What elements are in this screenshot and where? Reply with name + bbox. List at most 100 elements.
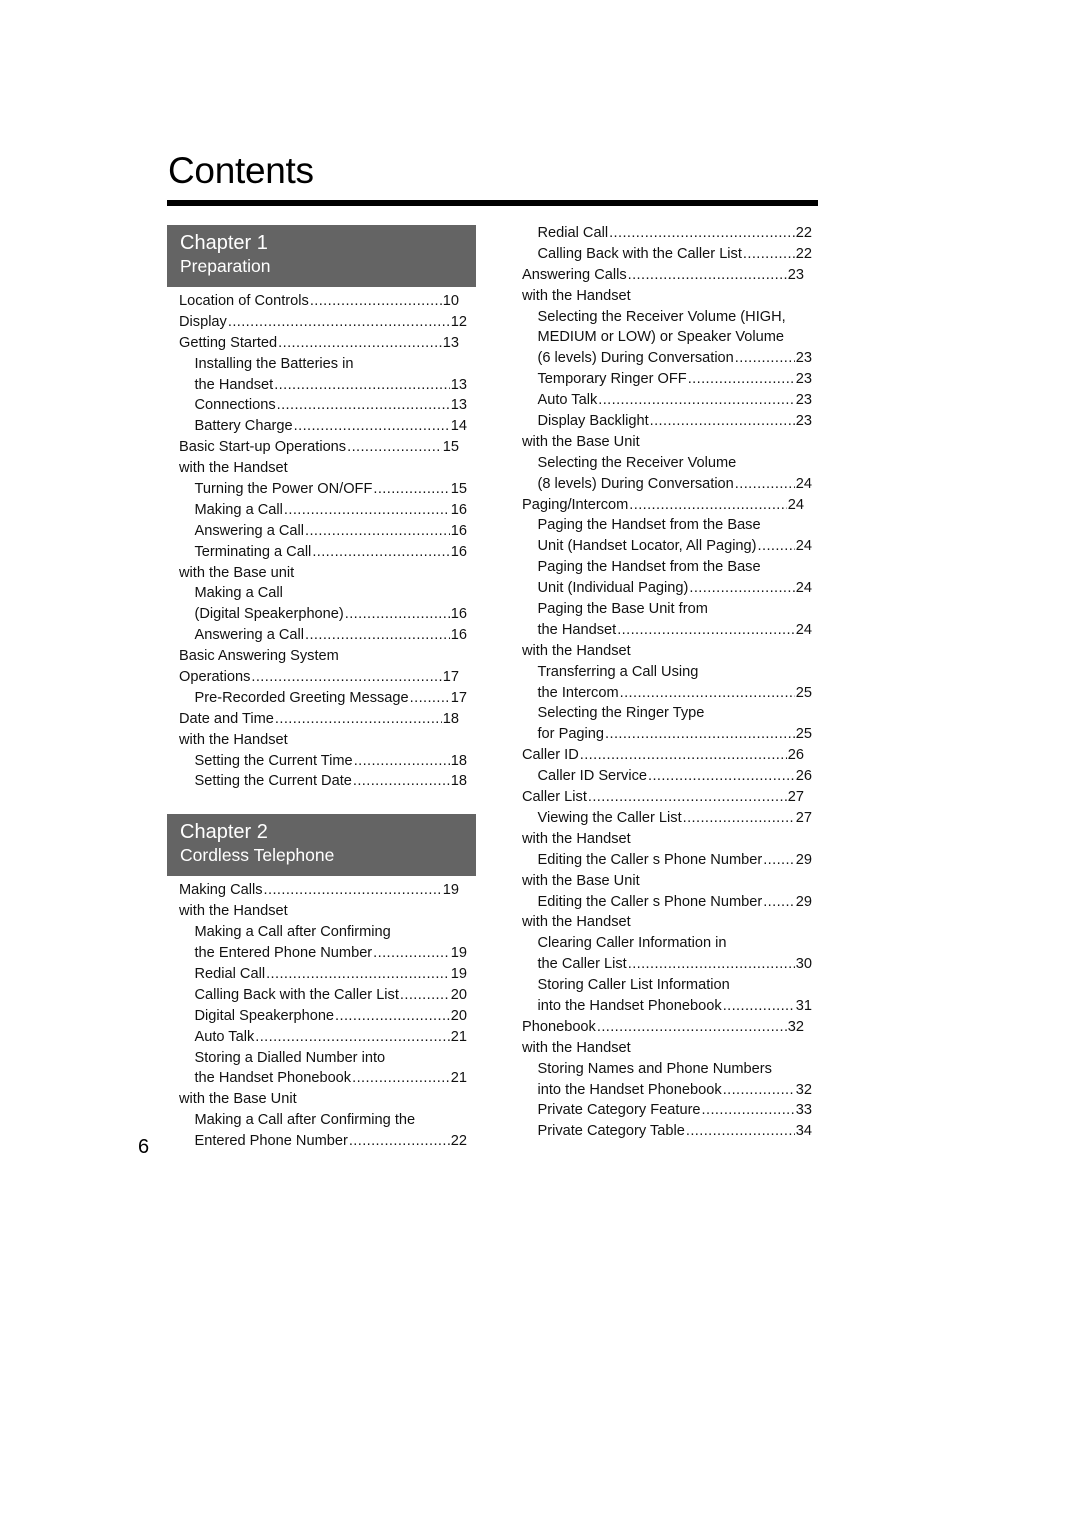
toc-page-number: 32 — [795, 1081, 812, 1098]
toc-entry-link[interactable]: Redial Call 19 — [179, 964, 468, 985]
toc-entry-text: Making a Call — [194, 585, 283, 602]
toc-entry-link[interactable]: Location of Controls 10 — [179, 291, 467, 312]
toc-entry-link[interactable]: Pre-Recorded Greeting Message 17 — [179, 688, 468, 709]
toc-entry-link[interactable]: Terminating a Call 16 — [179, 542, 468, 563]
toc-entry-text: with the Handset — [522, 642, 631, 659]
toc-entry-link[interactable]: Basic Start-up Operations 15 — [179, 437, 467, 458]
toc-entry-link[interactable]: Caller List 27 — [522, 787, 812, 808]
toc-entry-link[interactable]: Viewing the Caller List 27 — [522, 808, 813, 829]
toc-entry-link[interactable]: Display Backlight 23 — [522, 411, 813, 432]
toc-page-number: 24 — [795, 475, 812, 492]
toc-entry-link[interactable]: the Intercom 25 — [522, 683, 813, 704]
toc-entry-text: the Handset — [194, 376, 274, 393]
toc-entry-link[interactable]: (6 levels) During Conversation 23 — [522, 348, 813, 369]
toc-entry-link[interactable]: Display 12 — [179, 312, 467, 333]
toc-page-number: 14 — [450, 418, 467, 435]
toc-entry-link[interactable]: Date and Time 18 — [179, 709, 467, 730]
toc-entry-link[interactable]: Caller ID 26 — [522, 745, 812, 766]
toc-entry-link[interactable]: the Handset 24 — [522, 620, 813, 641]
toc-entry-link[interactable]: Making a Call 16 — [179, 500, 468, 521]
toc-entry-link[interactable]: Auto Talk 23 — [522, 390, 813, 411]
toc-page-number: 31 — [795, 997, 812, 1014]
toc-entry-link[interactable]: Operations 17 — [179, 667, 467, 688]
toc-entry-link[interactable]: Calling Back with the Caller List 20 — [179, 985, 468, 1006]
dot-leader — [735, 474, 795, 495]
dot-leader — [251, 667, 441, 688]
toc-entry-link[interactable]: Unit (Handset Locator, All Paging) 24 — [522, 536, 813, 557]
toc-page-number: 24 — [795, 580, 812, 597]
toc-entry-link[interactable]: Answering Calls 23 — [522, 265, 812, 286]
toc-page-number: 17 — [450, 689, 467, 706]
toc-entry-link[interactable]: Temporary Ringer OFF 23 — [522, 369, 813, 390]
toc-entry-link[interactable]: Connections 13 — [179, 395, 468, 416]
dot-leader — [609, 223, 795, 244]
toc-column-left: Chapter 1 Preparation Location of Contro… — [167, 225, 477, 1152]
dot-leader — [352, 1068, 450, 1089]
toc-entry-link[interactable]: (8 levels) During Conversation 24 — [522, 474, 813, 495]
toc-entry-link[interactable]: (Digital Speakerphone) 16 — [179, 604, 468, 625]
toc-entry-link[interactable]: Unit (Individual Paging) 24 — [522, 578, 813, 599]
dot-leader — [274, 375, 450, 396]
toc-entry-link[interactable]: Editing the Caller s Phone Number 29 — [522, 850, 813, 871]
toc-entry-link[interactable]: Calling Back with the Caller List 22 — [522, 244, 813, 265]
toc-entry-heading: Making a Call — [179, 583, 467, 604]
dot-leader — [373, 479, 449, 500]
toc-entry-link[interactable]: Setting the Current Time 18 — [179, 751, 468, 772]
toc-entry-text: Redial Call — [537, 225, 609, 241]
toc-entry-text: with the Handset — [522, 1039, 631, 1056]
dot-leader — [628, 265, 787, 286]
toc-entry-heading: with the Handset — [522, 1038, 812, 1059]
toc-entry-link[interactable]: Turning the Power ON/OFF 15 — [179, 479, 468, 500]
dot-leader — [294, 416, 450, 437]
toc-entry-link[interactable]: Private Category Table 34 — [522, 1121, 813, 1142]
toc-entry-link[interactable]: Battery Charge 14 — [179, 416, 468, 437]
toc-page-number: 27 — [787, 789, 804, 806]
toc-page-number: 26 — [795, 768, 812, 785]
dot-leader — [688, 369, 795, 390]
toc-entry-link[interactable]: Making Calls 19 — [179, 880, 467, 901]
toc-entry-text: Location of Controls — [179, 293, 309, 309]
toc-entry-link[interactable]: Answering a Call 16 — [179, 521, 468, 542]
dot-leader — [228, 312, 450, 333]
chapter-1-name: Preparation — [180, 256, 271, 276]
chapter-1-number: Chapter 1 — [180, 232, 268, 254]
page-number: 6 — [138, 1136, 150, 1158]
toc-page-number: 16 — [450, 606, 467, 623]
toc-entry-link[interactable]: Digital Speakerphone 20 — [179, 1006, 468, 1027]
toc-page-number: 15 — [442, 439, 459, 456]
toc-entry-link[interactable]: Getting Started 13 — [179, 333, 467, 354]
dot-leader — [277, 395, 450, 416]
toc-entry-link[interactable]: Editing the Caller s Phone Number 29 — [522, 892, 813, 913]
dot-leader — [400, 985, 450, 1006]
toc-page-number: 18 — [442, 710, 459, 727]
toc-entry-heading: Making a Call after Confirming the — [179, 1110, 467, 1131]
toc-entry-link[interactable]: into the Handset Phonebook 32 — [522, 1080, 813, 1101]
toc-entry-link[interactable]: the Handset 13 — [179, 375, 468, 396]
toc-entry-text: Getting Started — [179, 334, 278, 351]
dot-leader — [689, 578, 794, 599]
chapter-2-entries: Making Calls 19 with the Handset Making a C… — [167, 876, 467, 1152]
toc-entry-link[interactable]: into the Handset Phonebook 31 — [522, 996, 813, 1017]
dot-leader — [354, 751, 450, 772]
toc-entry-link[interactable]: Private Category Feature 33 — [522, 1100, 813, 1121]
toc-entry-text: Pre-Recorded Greeting Message — [194, 689, 409, 706]
toc-entry-link[interactable]: the Entered Phone Number 19 — [179, 943, 468, 964]
toc-entry-link[interactable]: Phonebook 32 — [522, 1017, 812, 1038]
toc-entry-text: Auto Talk — [537, 392, 598, 409]
toc-entry-link[interactable]: the Handset Phonebook 21 — [179, 1068, 468, 1089]
toc-entry-text: Unit (Individual Paging) — [537, 580, 689, 597]
toc-entry-link[interactable]: Auto Talk 21 — [179, 1027, 468, 1048]
toc-entry-link[interactable]: the Caller List 30 — [522, 954, 813, 975]
toc-entry-link[interactable]: for Paging 25 — [522, 724, 813, 745]
toc-entry-link[interactable]: Caller ID Service 26 — [522, 766, 813, 787]
toc-entry-link[interactable]: Redial Call 22 — [522, 223, 813, 244]
toc-page-number: 29 — [795, 893, 812, 910]
toc-entry-link[interactable]: Paging/Intercom 24 — [522, 495, 812, 516]
toc-entry-link[interactable]: Answering a Call 16 — [179, 625, 468, 646]
toc-entry-link[interactable]: Setting the Current Date 18 — [179, 771, 468, 792]
toc-page-number: 13 — [442, 334, 459, 351]
toc-entry-text: (8 levels) During Conversation — [537, 475, 734, 492]
toc-entry-link[interactable]: Entered Phone Number 22 — [179, 1131, 468, 1152]
dot-leader — [305, 625, 450, 646]
toc-entry-text: Calling Back with the Caller List — [194, 986, 399, 1003]
